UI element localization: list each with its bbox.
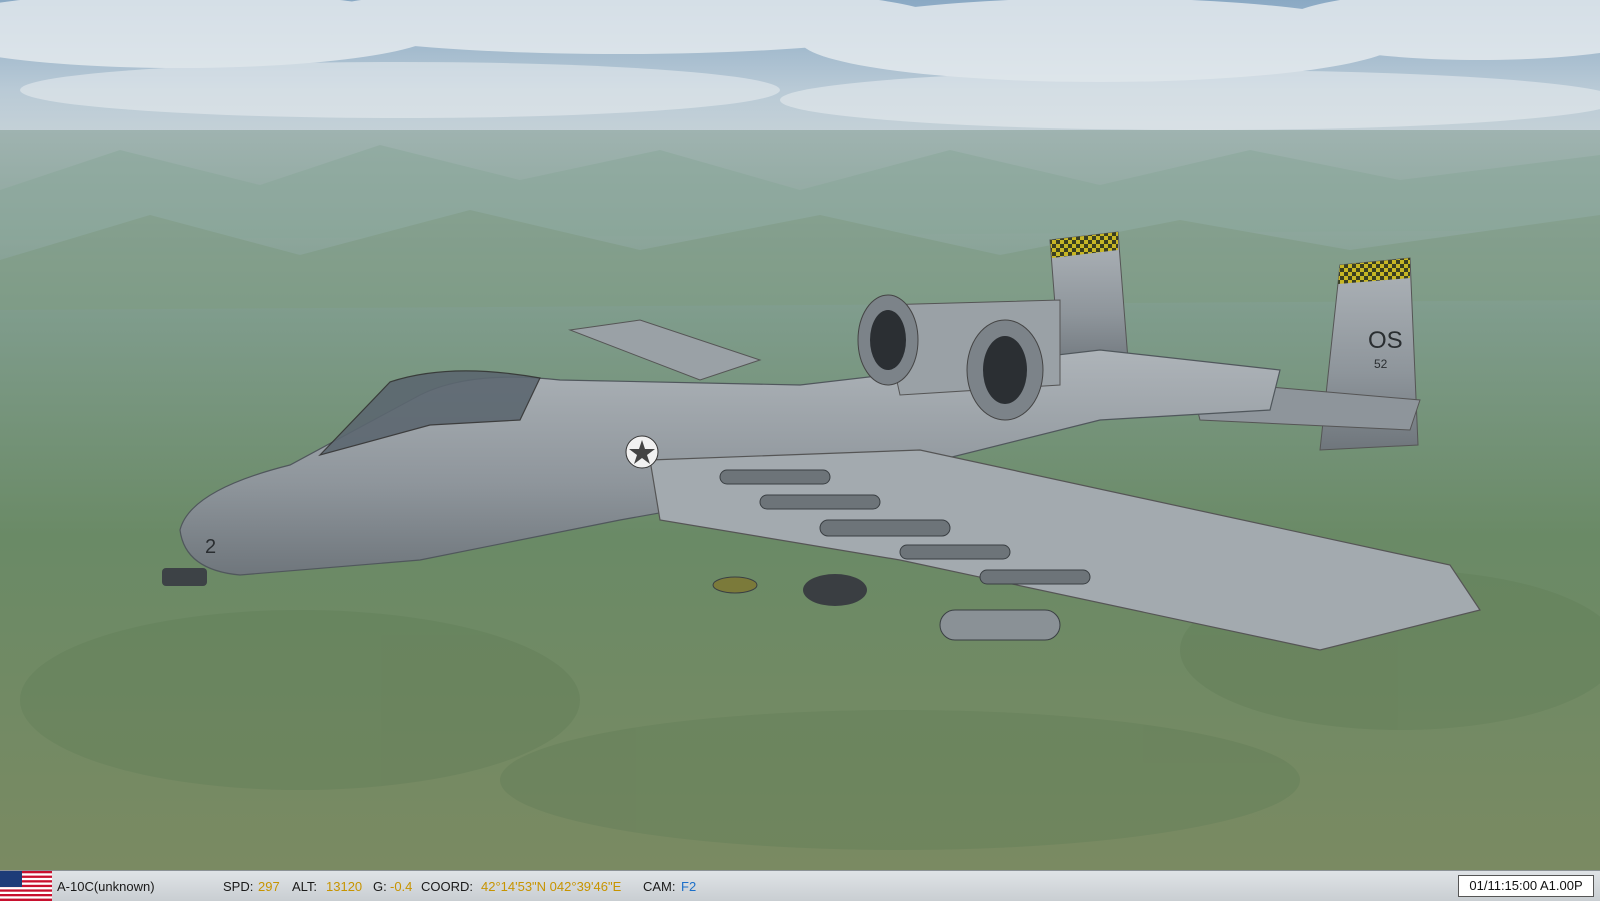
coord-label: COORD:: [421, 879, 473, 894]
us-flag-icon: [0, 871, 52, 901]
nose-number: 2: [205, 536, 216, 558]
g-label: G:: [373, 879, 387, 894]
tail-code: OS: [1368, 327, 1403, 354]
status-bar: A-10C(unknown) SPD: 297 ALT: 13120 G: -0…: [0, 870, 1600, 901]
3d-viewport[interactable]: 2 OS 52: [0, 0, 1600, 870]
altitude-value: 13120: [326, 879, 363, 894]
landing-gear: [803, 574, 867, 606]
altitude-label: ALT:: [292, 879, 318, 894]
camera-value: F2: [681, 879, 697, 894]
unit-name: A-10C(unknown): [57, 879, 155, 894]
tail-number: 52: [1374, 357, 1388, 371]
camera-label: CAM:: [643, 879, 676, 894]
speed-value: 297: [258, 879, 280, 894]
g-value: -0.4: [390, 879, 413, 894]
scene-render: 2 OS 52: [0, 0, 1600, 870]
speed-label: SPD:: [223, 879, 254, 894]
coord-value: 42°14'53"N 042°39'46"E: [481, 879, 622, 894]
time-display: 01/11:15:00 A1.00P: [1458, 875, 1594, 897]
gau-8-cannon: [162, 568, 207, 586]
